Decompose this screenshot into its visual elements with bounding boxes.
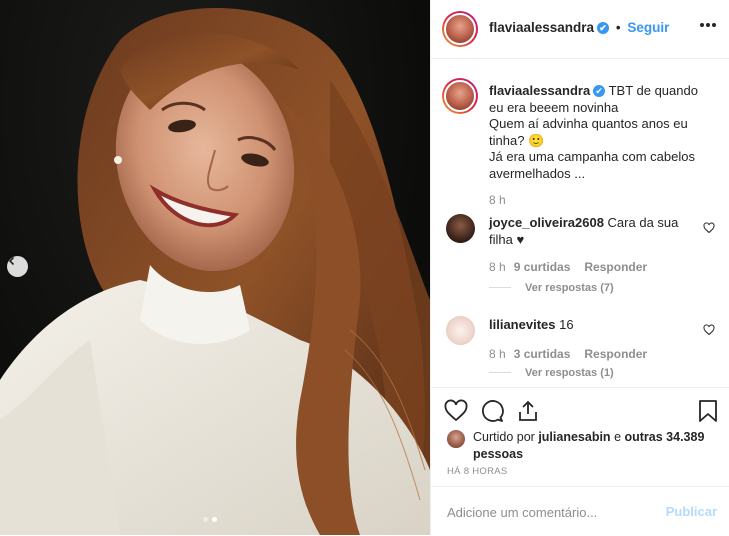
- heart-icon[interactable]: [703, 324, 715, 336]
- caption-author-avatar[interactable]: [442, 78, 478, 114]
- comment-time[interactable]: 8 h: [489, 347, 506, 361]
- carousel-dot: [203, 517, 208, 522]
- view-replies-button[interactable]: Ver respostas (7): [489, 282, 614, 294]
- comment-text: joyce_oliveira2608 Cara da sua filha ♥: [489, 215, 694, 248]
- comments-section[interactable]: flaviaalessandra ✔ TBT de quando eu era b…: [431, 59, 729, 386]
- author-avatar[interactable]: [442, 11, 478, 47]
- comment-meta: 8 h 9 curtidas Responder: [489, 260, 647, 274]
- caption-time[interactable]: 8 h: [489, 193, 506, 207]
- bookmark-icon[interactable]: [696, 399, 720, 423]
- comment-text: lilianevites 16: [489, 317, 694, 334]
- comment-meta: 8 h 3 curtidas Responder: [489, 347, 647, 361]
- caption-line-3: Já era uma campanha com cabelos avermelh…: [489, 149, 695, 181]
- heart-icon[interactable]: [444, 399, 468, 423]
- post-side-panel: flaviaalessandra ✔ • Seguir flaviaalessan…: [430, 0, 729, 535]
- portrait-image: [0, 8, 430, 535]
- comment-username[interactable]: joyce_oliveira2608: [489, 215, 604, 230]
- caption-text: flaviaalessandra ✔ TBT de quando eu era b…: [489, 83, 714, 182]
- liked-by-text: Curtido por julianesabin e outras 34.389…: [473, 430, 705, 461]
- more-horizontal-icon[interactable]: [699, 22, 717, 28]
- post-photo[interactable]: [0, 0, 430, 535]
- reply-button[interactable]: Responder: [584, 347, 647, 361]
- reply-button[interactable]: Responder: [584, 260, 647, 274]
- comment-icon[interactable]: [480, 399, 504, 423]
- comment-likes[interactable]: 9 curtidas: [514, 260, 571, 274]
- comment-input[interactable]: [445, 501, 649, 523]
- post-header: flaviaalessandra ✔ • Seguir: [431, 0, 729, 59]
- share-icon[interactable]: [516, 399, 540, 423]
- verified-badge-icon: ✔: [597, 22, 610, 34]
- caption-username[interactable]: flaviaalessandra: [489, 83, 590, 98]
- add-comment-form: Publicar: [431, 486, 729, 536]
- comment-time[interactable]: 8 h: [489, 260, 506, 274]
- comment-body: 16: [559, 317, 574, 332]
- caption-line-2: Quem aí advinha quantos anos eu tinha? 🙂: [489, 116, 688, 148]
- author-line: flaviaalessandra ✔ • Seguir: [489, 20, 669, 35]
- view-replies-button[interactable]: Ver respostas (1): [489, 367, 614, 379]
- commenter-avatar[interactable]: [446, 316, 475, 345]
- liker-avatar[interactable]: [447, 430, 465, 448]
- post-time-ago[interactable]: HÁ 8 HORAS: [447, 466, 508, 477]
- liker-username[interactable]: julianesabin: [538, 430, 610, 444]
- follow-button[interactable]: Seguir: [627, 20, 669, 35]
- carousel-prev-button[interactable]: [7, 256, 28, 277]
- commenter-avatar[interactable]: [446, 214, 475, 243]
- heart-icon[interactable]: [703, 222, 715, 234]
- carousel-indicator: [203, 517, 217, 522]
- publish-button[interactable]: Publicar: [666, 504, 717, 519]
- post-actions: Curtido por julianesabin e outras 34.389…: [431, 387, 729, 486]
- header-separator: •: [615, 20, 621, 35]
- carousel-dot-active: [212, 517, 217, 522]
- verified-badge-icon: ✔: [593, 85, 606, 97]
- author-username[interactable]: flaviaalessandra: [489, 20, 594, 35]
- comment-username[interactable]: lilianevites: [489, 317, 555, 332]
- comment-likes[interactable]: 3 curtidas: [514, 347, 571, 361]
- chevron-left-icon: [8, 256, 15, 266]
